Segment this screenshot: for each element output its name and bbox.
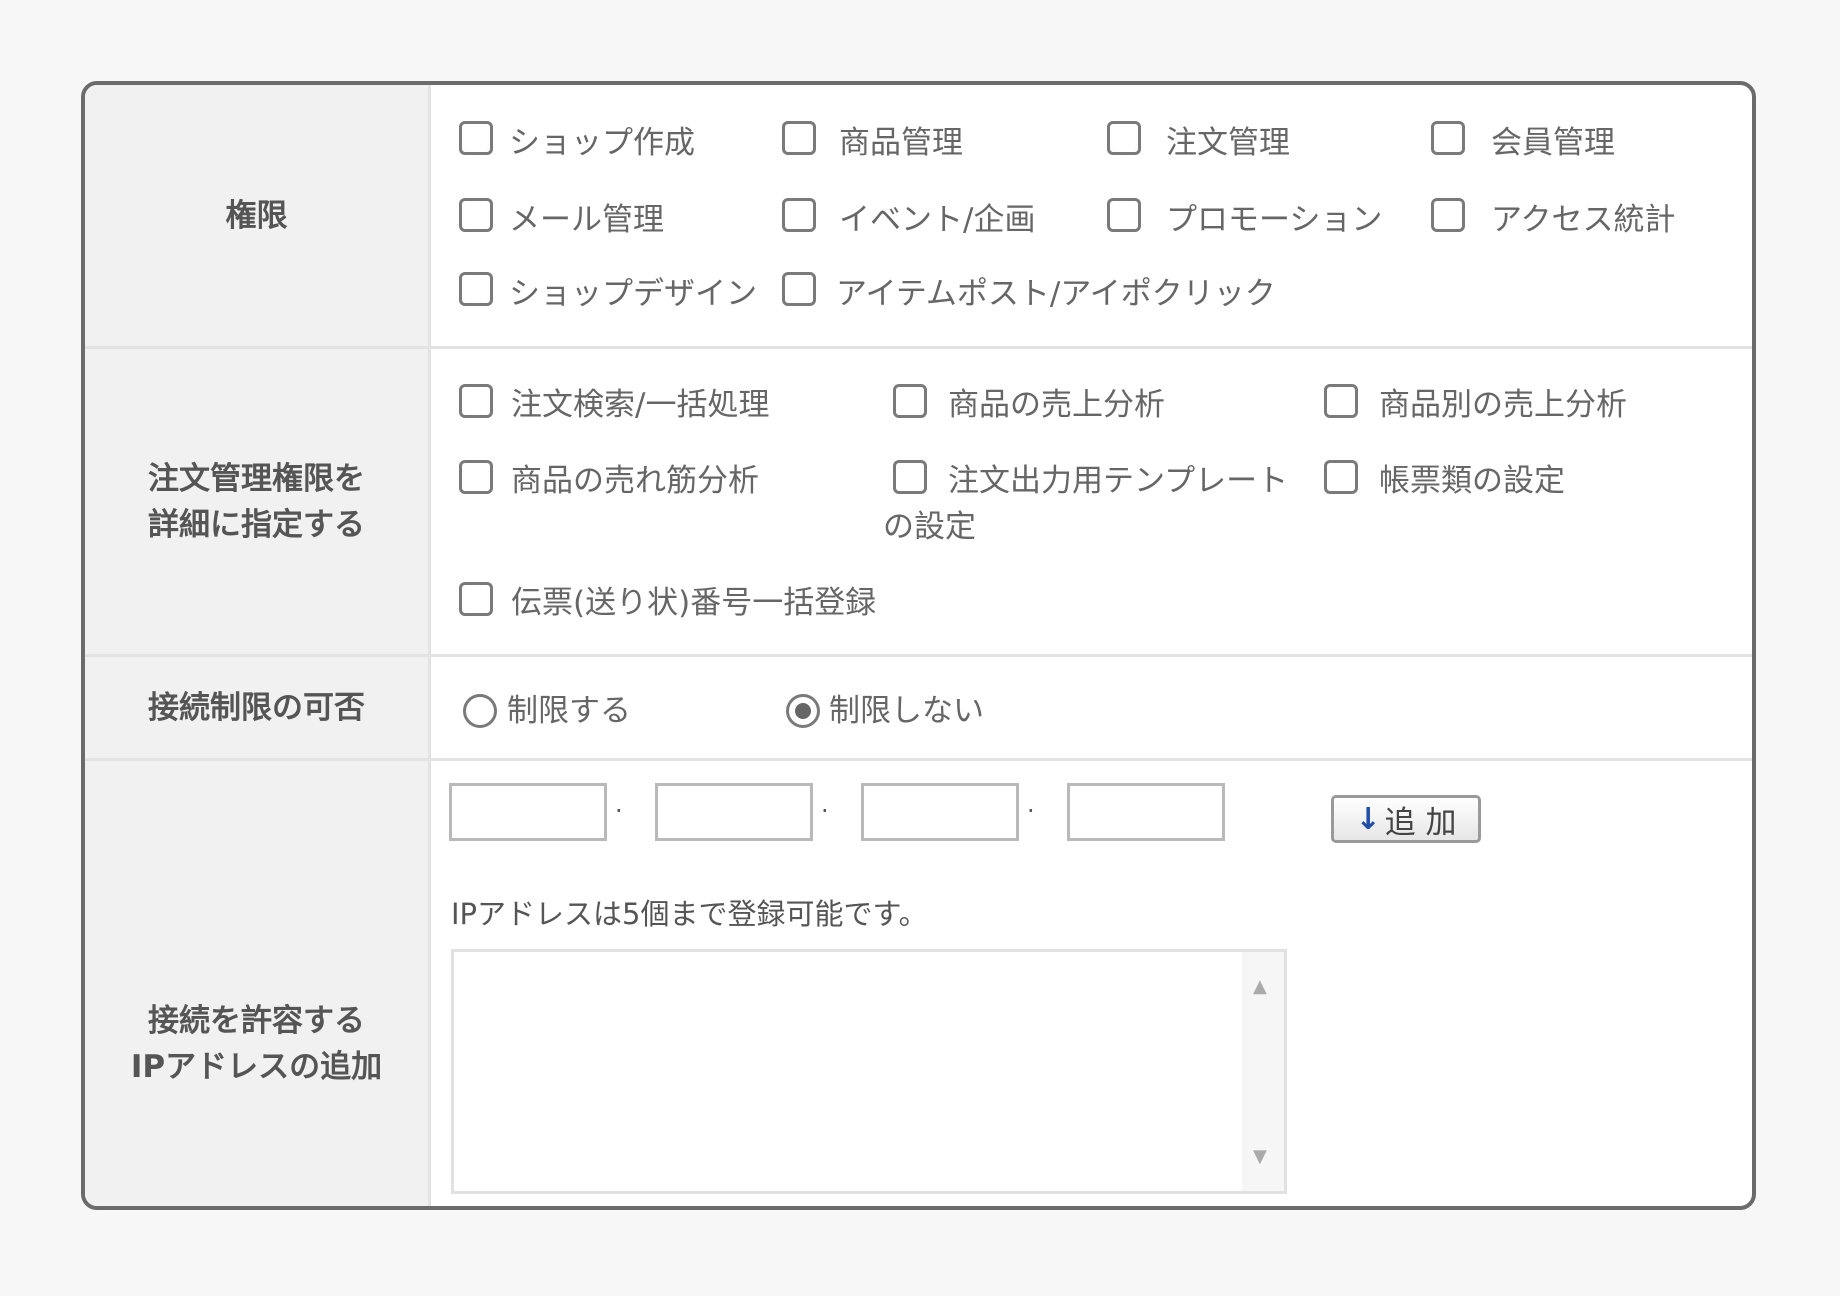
label-line: IPアドレスの追加 — [130, 1048, 383, 1085]
checkbox-box[interactable] — [1431, 198, 1465, 232]
connection-limit-label: 接続制限の可否 — [85, 657, 431, 758]
checkbox-label: 商品別の売上分析 — [1379, 387, 1627, 423]
label-line: 詳細に指定する — [148, 506, 365, 543]
checkbox-box[interactable] — [782, 198, 816, 232]
checkbox-box[interactable] — [1107, 121, 1141, 155]
radio-label: 制限する — [507, 693, 631, 729]
checkbox-label: 伝票(送り状)番号一括登録 — [511, 585, 877, 621]
ip-allow-content: · · · ↓ 追 加 IPアドレスは5個まで登録可能です。 ▲ ▼ — [431, 761, 1752, 1206]
arrow-down-icon: ↓ — [1355, 801, 1381, 837]
checkbox-box[interactable] — [459, 582, 493, 616]
checkbox-label: 商品管理 — [839, 125, 963, 161]
checkbox-box[interactable] — [1431, 121, 1465, 155]
add-ip-button[interactable]: ↓ 追 加 — [1331, 795, 1481, 843]
checkbox-label: 帳票類の設定 — [1379, 463, 1565, 499]
settings-panel: 権限 ショップ作成 商品管理 注文管理 会員管理 メール管理 イベント/企画 プ… — [81, 81, 1756, 1210]
ip-octet-1-input[interactable] — [449, 783, 607, 841]
checkbox-label: アクセス統計 — [1491, 202, 1676, 238]
checkbox-label: 商品の売れ筋分析 — [511, 463, 759, 499]
order-permissions-options: 注文検索/一括処理 商品の売上分析 商品別の売上分析 商品の売れ筋分析 注文出力… — [431, 349, 1752, 654]
checkbox-label: ショップデザイン — [509, 276, 757, 312]
radio-button-selected[interactable] — [786, 694, 820, 728]
ip-octet-2-input[interactable] — [655, 783, 813, 841]
permissions-row: 権限 ショップ作成 商品管理 注文管理 会員管理 メール管理 イベント/企画 プ… — [85, 85, 1752, 349]
checkbox-box[interactable] — [893, 384, 927, 418]
ip-octet-3-input[interactable] — [861, 783, 1019, 841]
checkbox-label: イベント/企画 — [839, 202, 1036, 238]
checkbox-box[interactable] — [1107, 198, 1141, 232]
checkbox-label: アイテムポスト/アイポクリック — [836, 276, 1276, 312]
checkbox-box[interactable] — [782, 121, 816, 155]
ip-separator: · — [821, 797, 829, 825]
checkbox-box[interactable] — [459, 384, 493, 418]
order-permissions-row: 注文管理権限を 詳細に指定する 注文検索/一括処理 商品の売上分析 商品別の売上… — [85, 349, 1752, 657]
radio-label: 制限しない — [829, 693, 984, 729]
checkbox-box[interactable] — [1324, 384, 1358, 418]
ip-allow-row: 接続を許容する IPアドレスの追加 · · · ↓ 追 加 IPアドレスは5個ま… — [85, 761, 1752, 1206]
textarea-scrollbar[interactable]: ▲ ▼ — [1242, 952, 1284, 1191]
permissions-label: 権限 — [85, 85, 431, 346]
checkbox-box[interactable] — [459, 198, 493, 232]
ip-allow-label: 接続を許容する IPアドレスの追加 — [85, 761, 431, 1206]
checkbox-label: 会員管理 — [1491, 125, 1615, 161]
label-line: 注文管理権限を — [148, 460, 365, 497]
checkbox-box[interactable] — [459, 121, 493, 155]
checkbox-label: ショップ作成 — [509, 125, 695, 161]
ip-octet-4-input[interactable] — [1067, 783, 1225, 841]
checkbox-label: メール管理 — [509, 202, 664, 238]
checkbox-label: 商品の売上分析 — [948, 387, 1165, 423]
connection-limit-options: 制限する 制限しない — [431, 657, 1752, 758]
checkbox-box[interactable] — [1324, 460, 1358, 494]
checkbox-label: 注文検索/一括処理 — [511, 387, 770, 423]
checkbox-box[interactable] — [782, 272, 816, 306]
radio-button[interactable] — [463, 694, 497, 728]
label-line: 接続を許容する — [147, 1002, 365, 1039]
checkbox-label-line2: の設定 — [883, 509, 976, 545]
connection-limit-row: 接続制限の可否 制限する 制限しない — [85, 657, 1752, 761]
permissions-options: ショップ作成 商品管理 注文管理 会員管理 メール管理 イベント/企画 プロモー… — [431, 85, 1752, 346]
checkbox-box[interactable] — [459, 460, 493, 494]
add-button-label: 追 加 — [1384, 804, 1457, 841]
ip-limit-note: IPアドレスは5個まで登録可能です。 — [451, 897, 928, 931]
checkbox-box[interactable] — [893, 460, 927, 494]
scroll-up-icon[interactable]: ▲ — [1253, 976, 1267, 997]
checkbox-box[interactable] — [459, 272, 493, 306]
checkbox-label: プロモーション — [1166, 202, 1383, 238]
order-permissions-label: 注文管理権限を 詳細に指定する — [85, 349, 431, 654]
scroll-down-icon[interactable]: ▼ — [1253, 1146, 1267, 1167]
ip-list-textarea[interactable]: ▲ ▼ — [451, 949, 1287, 1194]
ip-separator: · — [1027, 797, 1035, 825]
checkbox-label: 注文出力用テンプレート — [948, 463, 1289, 499]
ip-separator: · — [615, 797, 623, 825]
checkbox-label: 注文管理 — [1166, 125, 1290, 161]
